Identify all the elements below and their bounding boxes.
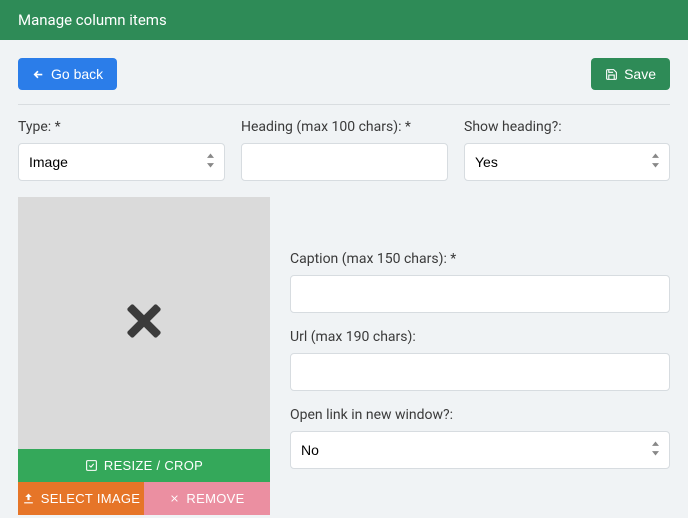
type-label: Type: * bbox=[18, 119, 225, 135]
caption-label: Caption (max 150 chars): * bbox=[290, 251, 670, 267]
select-image-button[interactable]: SELECT IMAGE bbox=[18, 482, 144, 515]
field-open-new-window: Open link in new window?: No bbox=[290, 407, 670, 469]
page-title: Manage column items bbox=[18, 11, 167, 29]
image-actions: RESIZE / CROP SELECT IMAGE REMOVE bbox=[18, 449, 270, 515]
url-label: Url (max 190 chars): bbox=[290, 329, 670, 345]
field-caption: Caption (max 150 chars): * bbox=[290, 251, 670, 313]
heading-input[interactable] bbox=[241, 143, 448, 181]
remove-image-label: REMOVE bbox=[186, 491, 244, 506]
save-label: Save bbox=[624, 66, 656, 82]
save-icon bbox=[605, 68, 618, 81]
arrow-left-icon bbox=[32, 68, 45, 81]
save-button[interactable]: Save bbox=[591, 58, 670, 90]
type-select[interactable]: Image bbox=[18, 143, 225, 181]
image-preview bbox=[18, 197, 270, 449]
toolbar: Go back Save bbox=[0, 40, 688, 104]
go-back-button[interactable]: Go back bbox=[18, 58, 117, 90]
field-type: Type: * Image bbox=[18, 119, 225, 181]
caption-input[interactable] bbox=[290, 275, 670, 313]
check-square-icon bbox=[85, 459, 98, 472]
select-image-label: SELECT IMAGE bbox=[41, 491, 140, 506]
close-icon bbox=[119, 296, 169, 350]
row-top: Type: * Image Heading (max 100 chars): *… bbox=[18, 119, 670, 181]
page-header: Manage column items bbox=[0, 0, 688, 40]
remove-image-button[interactable]: REMOVE bbox=[144, 482, 270, 515]
image-column: RESIZE / CROP SELECT IMAGE REMOVE bbox=[18, 197, 270, 515]
heading-label: Heading (max 100 chars): * bbox=[241, 119, 448, 135]
upload-icon bbox=[22, 492, 35, 505]
field-url: Url (max 190 chars): bbox=[290, 329, 670, 391]
open-new-select[interactable]: No bbox=[290, 431, 670, 469]
go-back-label: Go back bbox=[51, 66, 103, 82]
row-main: RESIZE / CROP SELECT IMAGE REMOVE bbox=[18, 197, 670, 515]
show-heading-label: Show heading?: bbox=[464, 119, 670, 135]
field-heading: Heading (max 100 chars): * bbox=[241, 119, 448, 181]
right-column: Caption (max 150 chars): * Url (max 190 … bbox=[290, 197, 670, 515]
show-heading-select[interactable]: Yes bbox=[464, 143, 670, 181]
url-input[interactable] bbox=[290, 353, 670, 391]
resize-crop-label: RESIZE / CROP bbox=[104, 458, 203, 473]
open-new-label: Open link in new window?: bbox=[290, 407, 670, 423]
resize-crop-button[interactable]: RESIZE / CROP bbox=[18, 449, 270, 482]
form-body: Type: * Image Heading (max 100 chars): *… bbox=[0, 105, 688, 515]
field-show-heading: Show heading?: Yes bbox=[464, 119, 670, 181]
close-icon bbox=[169, 493, 180, 504]
